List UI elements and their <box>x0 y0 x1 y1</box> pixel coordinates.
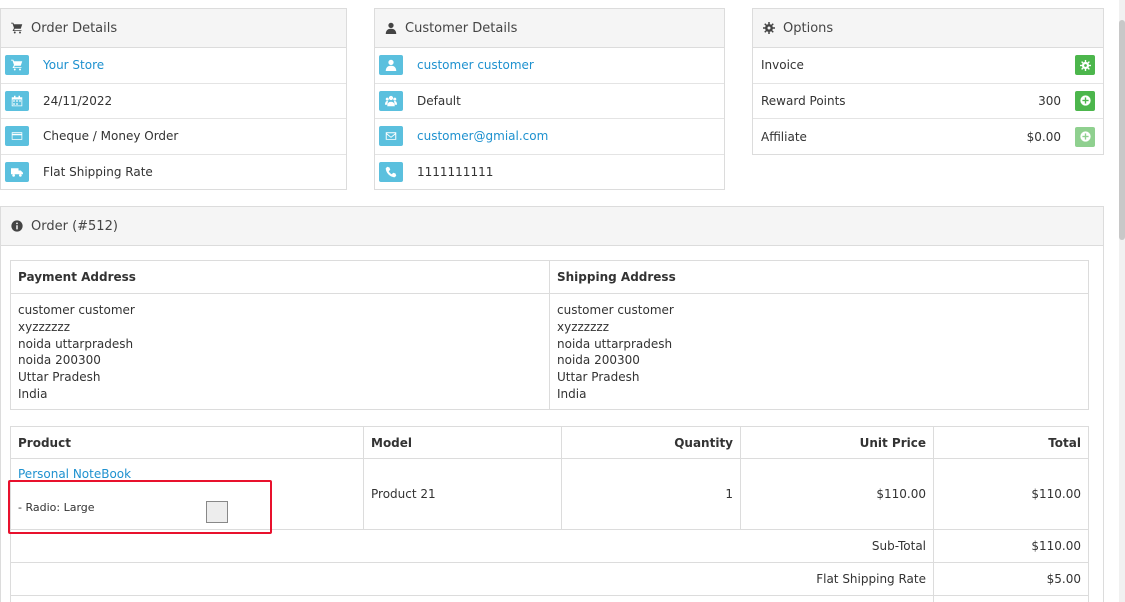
reward-points-label: Reward Points <box>761 93 846 108</box>
payment-method: Cheque / Money Order <box>43 129 179 144</box>
order-details-title: Order Details <box>31 20 118 36</box>
unit-price-cell: $110.00 <box>740 458 934 530</box>
customer-group-row: Default <box>375 84 724 119</box>
shipping-method-row: Flat Shipping Rate <box>1 155 346 191</box>
invoice-row: Invoice <box>753 48 1103 84</box>
address-line: xyzzzzzz <box>18 319 70 334</box>
address-line: noida 200300 <box>557 353 640 368</box>
product-column-header: Product <box>10 426 364 459</box>
shipping-total-label: Flat Shipping Rate <box>10 562 934 596</box>
date-row: 24/11/2022 <box>1 84 346 119</box>
affiliate-label: Affiliate <box>761 129 807 144</box>
address-line: Uttar Pradesh <box>18 370 101 385</box>
scrollbar-thumb[interactable] <box>1119 20 1125 240</box>
envelope-icon[interactable] <box>379 126 403 147</box>
invoice-label: Invoice <box>761 58 804 73</box>
total-column-header: Total <box>933 426 1089 459</box>
totals-cell <box>10 595 934 602</box>
product-name-link[interactable]: Personal NoteBook <box>18 467 356 481</box>
generate-invoice-button[interactable] <box>1075 55 1095 76</box>
user-icon <box>385 22 397 34</box>
address-line: Uttar Pradesh <box>557 370 640 385</box>
info-circle-icon <box>11 220 23 232</box>
address-line: customer customer <box>18 303 135 317</box>
affiliate-value: $0.00 <box>1026 129 1061 144</box>
plus-circle-icon <box>1079 131 1091 142</box>
quantity-column-header: Quantity <box>561 426 741 459</box>
shipping-address-cell: customer customer xyzzzzzz noida uttarpr… <box>549 293 1089 410</box>
payment-method-row: Cheque / Money Order <box>1 119 346 155</box>
customer-details-title: Customer Details <box>405 20 518 36</box>
address-line: noida 200300 <box>18 353 101 368</box>
customer-details-panel: Customer Details customer customer Defau… <box>374 8 725 190</box>
quantity-cell: 1 <box>561 458 741 530</box>
options-heading: Options <box>753 9 1103 48</box>
customer-phone-row: 1111111111 <box>375 155 724 191</box>
shipping-method: Flat Shipping Rate <box>43 165 153 180</box>
order-date: 24/11/2022 <box>43 93 113 108</box>
credit-card-icon[interactable] <box>5 126 29 147</box>
customer-group: Default <box>417 93 461 108</box>
totals-row <box>10 595 1089 602</box>
customer-name-link[interactable]: customer customer <box>417 58 534 72</box>
highlight-box <box>8 480 272 534</box>
totals-cell <box>933 595 1089 602</box>
address-line: India <box>18 386 48 401</box>
shopping-cart-icon <box>11 22 23 34</box>
order-heading: Order (#512) <box>1 207 1103 246</box>
order-details-panel: Order Details Your Store 24/11/2022 Cheq… <box>0 8 347 190</box>
address-table: Payment Address Shipping Address custome… <box>10 260 1089 410</box>
users-group-icon[interactable] <box>379 90 403 111</box>
totals-row: Sub-Total $110.00 <box>10 529 1089 563</box>
user-icon[interactable] <box>379 55 403 76</box>
calendar-icon[interactable] <box>5 90 29 111</box>
options-panel: Options Invoice Reward Points 300 Affili… <box>752 8 1104 155</box>
customer-email-row: customer@gmial.com <box>375 119 724 155</box>
shopping-cart-icon[interactable] <box>5 55 29 76</box>
order-title: Order (#512) <box>31 218 118 234</box>
customer-name-row: customer customer <box>375 48 724 84</box>
shipping-address-header: Shipping Address <box>549 260 1089 294</box>
cog-icon <box>763 22 775 34</box>
customer-phone: 1111111111 <box>417 165 494 180</box>
affiliate-row: Affiliate $0.00 <box>753 119 1103 155</box>
model-cell: Product 21 <box>363 458 562 530</box>
model-column-header: Model <box>363 426 562 459</box>
totals-row: Flat Shipping Rate $5.00 <box>10 562 1089 596</box>
subtotal-label: Sub-Total <box>10 529 934 563</box>
address-line: noida uttarpradesh <box>557 336 673 351</box>
truck-icon[interactable] <box>5 162 29 183</box>
order-details-heading: Order Details <box>1 9 346 48</box>
address-line: xyzzzzzz <box>557 319 609 334</box>
add-reward-points-button[interactable] <box>1075 90 1095 111</box>
unit-price-column-header: Unit Price <box>740 426 934 459</box>
address-line: noida uttarpradesh <box>18 336 134 351</box>
reward-points-row: Reward Points 300 <box>753 84 1103 119</box>
options-title: Options <box>783 20 834 36</box>
total-cell: $110.00 <box>933 458 1089 530</box>
phone-icon[interactable] <box>379 162 403 183</box>
customer-email-link[interactable]: customer@gmial.com <box>417 129 548 143</box>
payment-address-cell: customer customer xyzzzzzz noida uttarpr… <box>10 293 550 410</box>
shipping-total-value: $5.00 <box>933 562 1089 596</box>
payment-address-header: Payment Address <box>10 260 550 294</box>
address-line: customer customer <box>557 303 674 317</box>
store-link[interactable]: Your Store <box>43 58 104 72</box>
reward-points-value: 300 <box>1038 93 1061 108</box>
add-commission-button[interactable] <box>1075 126 1095 147</box>
cog-icon <box>1079 59 1091 71</box>
subtotal-value: $110.00 <box>933 529 1089 563</box>
plus-circle-icon <box>1079 95 1091 106</box>
store-row: Your Store <box>1 48 346 84</box>
customer-details-heading: Customer Details <box>375 9 724 48</box>
address-line: India <box>557 386 587 401</box>
